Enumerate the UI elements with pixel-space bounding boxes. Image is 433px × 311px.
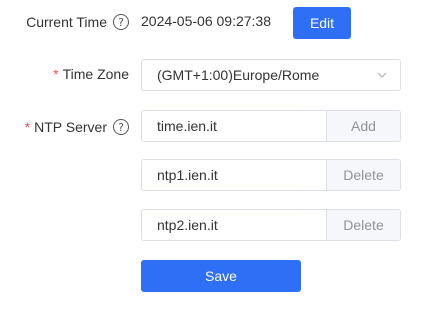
time-zone-label-group: * Time Zone (53, 64, 129, 84)
time-zone-label: Time Zone (62, 66, 129, 82)
edit-time-button[interactable]: Edit (293, 7, 351, 39)
current-time-value: 2024-05-06 09:27:38 (141, 13, 271, 29)
chevron-down-icon (377, 72, 387, 78)
ntp-server-input-1[interactable]: time.ien.it (142, 111, 326, 141)
current-time-label: Current Time (26, 14, 107, 30)
time-zone-select[interactable]: (GMT+1:00)Europe/Rome (141, 59, 401, 91)
delete-ntp-server-button-3[interactable]: Delete (326, 210, 400, 240)
help-icon[interactable]: ? (113, 14, 129, 30)
required-mark: * (24, 119, 31, 135)
ntp-server-input-2[interactable]: ntp1.ien.it (142, 160, 326, 190)
ntp-server-input-3[interactable]: ntp2.ien.it (142, 210, 326, 240)
add-ntp-server-button[interactable]: Add (326, 111, 400, 141)
help-icon[interactable]: ? (113, 119, 129, 135)
save-button[interactable]: Save (141, 260, 301, 292)
ntp-server-field-2: ntp1.ien.it Delete (141, 159, 401, 191)
delete-ntp-server-button-2[interactable]: Delete (326, 160, 400, 190)
ntp-server-label: NTP Server (34, 119, 107, 135)
ntp-server-field-1: time.ien.it Add (141, 110, 401, 142)
ntp-server-label-group: * NTP Server ? (25, 117, 129, 137)
current-time-label-group: Current Time ? (26, 12, 129, 32)
required-mark: * (53, 66, 59, 82)
time-zone-selected-value: (GMT+1:00)Europe/Rome (157, 67, 320, 83)
ntp-server-field-3: ntp2.ien.it Delete (141, 209, 401, 241)
